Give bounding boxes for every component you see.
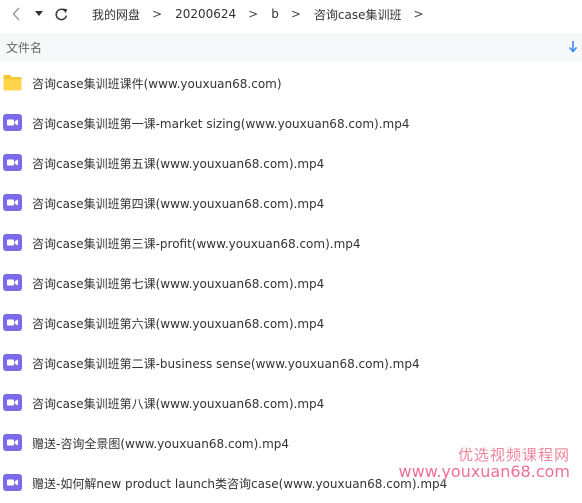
- file-row[interactable]: 咨询case集训班第一课-market sizing(www.youxuan68…: [0, 103, 582, 143]
- file-row[interactable]: 咨询case集训班第八课(www.youxuan68.com).mp4: [0, 383, 582, 423]
- back-button[interactable]: [8, 6, 24, 22]
- sort-down-arrow-icon: [568, 41, 578, 53]
- file-row[interactable]: 咨询case集训班第六课(www.youxuan68.com).mp4: [0, 303, 582, 343]
- file-row[interactable]: 赠送-如何解new product launch类咨询case(www.youx…: [0, 463, 582, 503]
- file-name: 咨询case集训班第五课(www.youxuan68.com).mp4: [32, 156, 325, 171]
- breadcrumb-item-root[interactable]: 我的网盘: [92, 6, 140, 23]
- breadcrumb-separator: >: [152, 7, 163, 21]
- file-name: 赠送-如何解new product launch类咨询case(www.youx…: [32, 476, 448, 491]
- navigation-bar: 我的网盘 > 20200624 > b > 咨询case集训班 >: [0, 0, 582, 28]
- file-name: 咨询case集训班第一课-market sizing(www.youxuan68…: [32, 116, 410, 131]
- file-name: 咨询case集训班第四课(www.youxuan68.com).mp4: [32, 196, 325, 211]
- file-row[interactable]: 咨询case集训班第三课-profit(www.youxuan68.com).m…: [0, 223, 582, 263]
- breadcrumb-separator[interactable]: >: [414, 7, 424, 21]
- file-name: 咨询case集训班课件(www.youxuan68.com): [32, 76, 282, 91]
- file-name: 咨询case集训班第八课(www.youxuan68.com).mp4: [32, 396, 325, 411]
- breadcrumb-item-b[interactable]: b: [271, 7, 279, 21]
- caret-down-icon: [35, 11, 43, 16]
- file-row[interactable]: 咨询case集训班第二课-business sense(www.youxuan6…: [0, 343, 582, 383]
- video-file-icon: [3, 474, 22, 491]
- refresh-icon: [54, 8, 67, 20]
- video-file-icon: [3, 434, 22, 451]
- video-file-icon: [3, 354, 22, 371]
- file-row[interactable]: 咨询case集训班第七课(www.youxuan68.com).mp4: [0, 263, 582, 303]
- file-name: 咨询case集训班第七课(www.youxuan68.com).mp4: [32, 276, 325, 291]
- breadcrumb-item-date-folder[interactable]: 20200624: [175, 7, 236, 21]
- breadcrumb-separator: >: [248, 7, 259, 21]
- video-file-icon: [3, 194, 22, 211]
- file-name: 咨询case集训班第三课-profit(www.youxuan68.com).m…: [32, 236, 361, 251]
- breadcrumb: 我的网盘 > 20200624 > b > 咨询case集训班 >: [92, 0, 437, 28]
- video-file-icon: [3, 394, 22, 411]
- folder-icon: [3, 75, 22, 91]
- refresh-button[interactable]: [52, 5, 70, 23]
- video-file-icon: [3, 234, 22, 251]
- video-file-icon: [3, 274, 22, 291]
- breadcrumb-item-current[interactable]: 咨询case集训班: [314, 6, 402, 23]
- file-row[interactable]: 赠送-咨询全景图(www.youxuan68.com).mp4: [0, 423, 582, 463]
- folder-row[interactable]: 咨询case集训班课件(www.youxuan68.com): [0, 63, 582, 103]
- chevron-left-icon: [12, 7, 20, 21]
- file-name: 赠送-咨询全景图(www.youxuan68.com).mp4: [32, 436, 290, 451]
- video-file-icon: [3, 114, 22, 131]
- file-list-header: 文件名: [0, 33, 582, 61]
- video-file-icon: [3, 154, 22, 171]
- filename-column-header[interactable]: 文件名: [6, 39, 42, 56]
- video-file-icon: [3, 314, 22, 331]
- sort-button[interactable]: [568, 39, 578, 55]
- file-row[interactable]: 咨询case集训班第五课(www.youxuan68.com).mp4: [0, 143, 582, 183]
- file-name: 咨询case集训班第六课(www.youxuan68.com).mp4: [32, 316, 325, 331]
- file-row[interactable]: 咨询case集训班第四课(www.youxuan68.com).mp4: [0, 183, 582, 223]
- file-name: 咨询case集训班第二课-business sense(www.youxuan6…: [32, 356, 420, 371]
- history-dropdown-button[interactable]: [33, 6, 45, 22]
- breadcrumb-separator: >: [290, 7, 301, 21]
